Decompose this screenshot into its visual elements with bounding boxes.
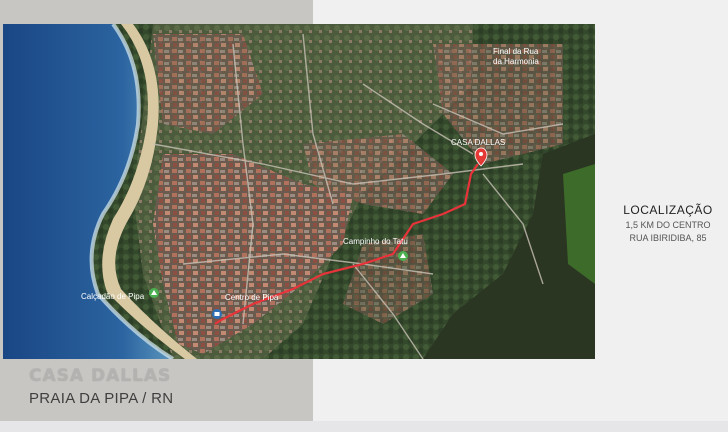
park-poi-icon[interactable]	[398, 251, 408, 261]
satellite-map[interactable]: Final da Rua da Harmonia CASA DALLAS Cam…	[3, 24, 595, 359]
brand-title: CASA DALLAS	[29, 366, 172, 386]
label-campinho: Campinho do Tatu	[343, 237, 408, 246]
location-title: LOCALIZAÇÃO	[623, 203, 713, 217]
shopping-poi-icon[interactable]	[212, 309, 222, 319]
label-centro: Centro de Pipa	[225, 293, 279, 302]
label-calcadao: Calçadão de Pipa	[81, 292, 145, 301]
brand-subtitle: PRAIA DA PIPA / RN	[29, 390, 174, 407]
brand-block: CASA DALLAS PRAIA DA PIPA / RN	[29, 366, 173, 407]
location-distance: 1,5 KM DO CENTRO	[625, 220, 711, 230]
bottom-bar	[0, 421, 728, 432]
label-casa-dallas: CASA DALLAS	[451, 138, 505, 147]
beach-poi-icon[interactable]	[149, 288, 159, 298]
label-rua-harmonia-1: Final da Rua	[493, 47, 539, 56]
map-canvas: Final da Rua da Harmonia CASA DALLAS Cam…	[3, 24, 595, 359]
label-rua-harmonia-2: da Harmonia	[493, 57, 539, 66]
location-info: LOCALIZAÇÃO 1,5 KM DO CENTRO RUA IBIRIDI…	[608, 203, 728, 243]
location-address: RUA IBIRIDIBA, 85	[629, 233, 707, 243]
